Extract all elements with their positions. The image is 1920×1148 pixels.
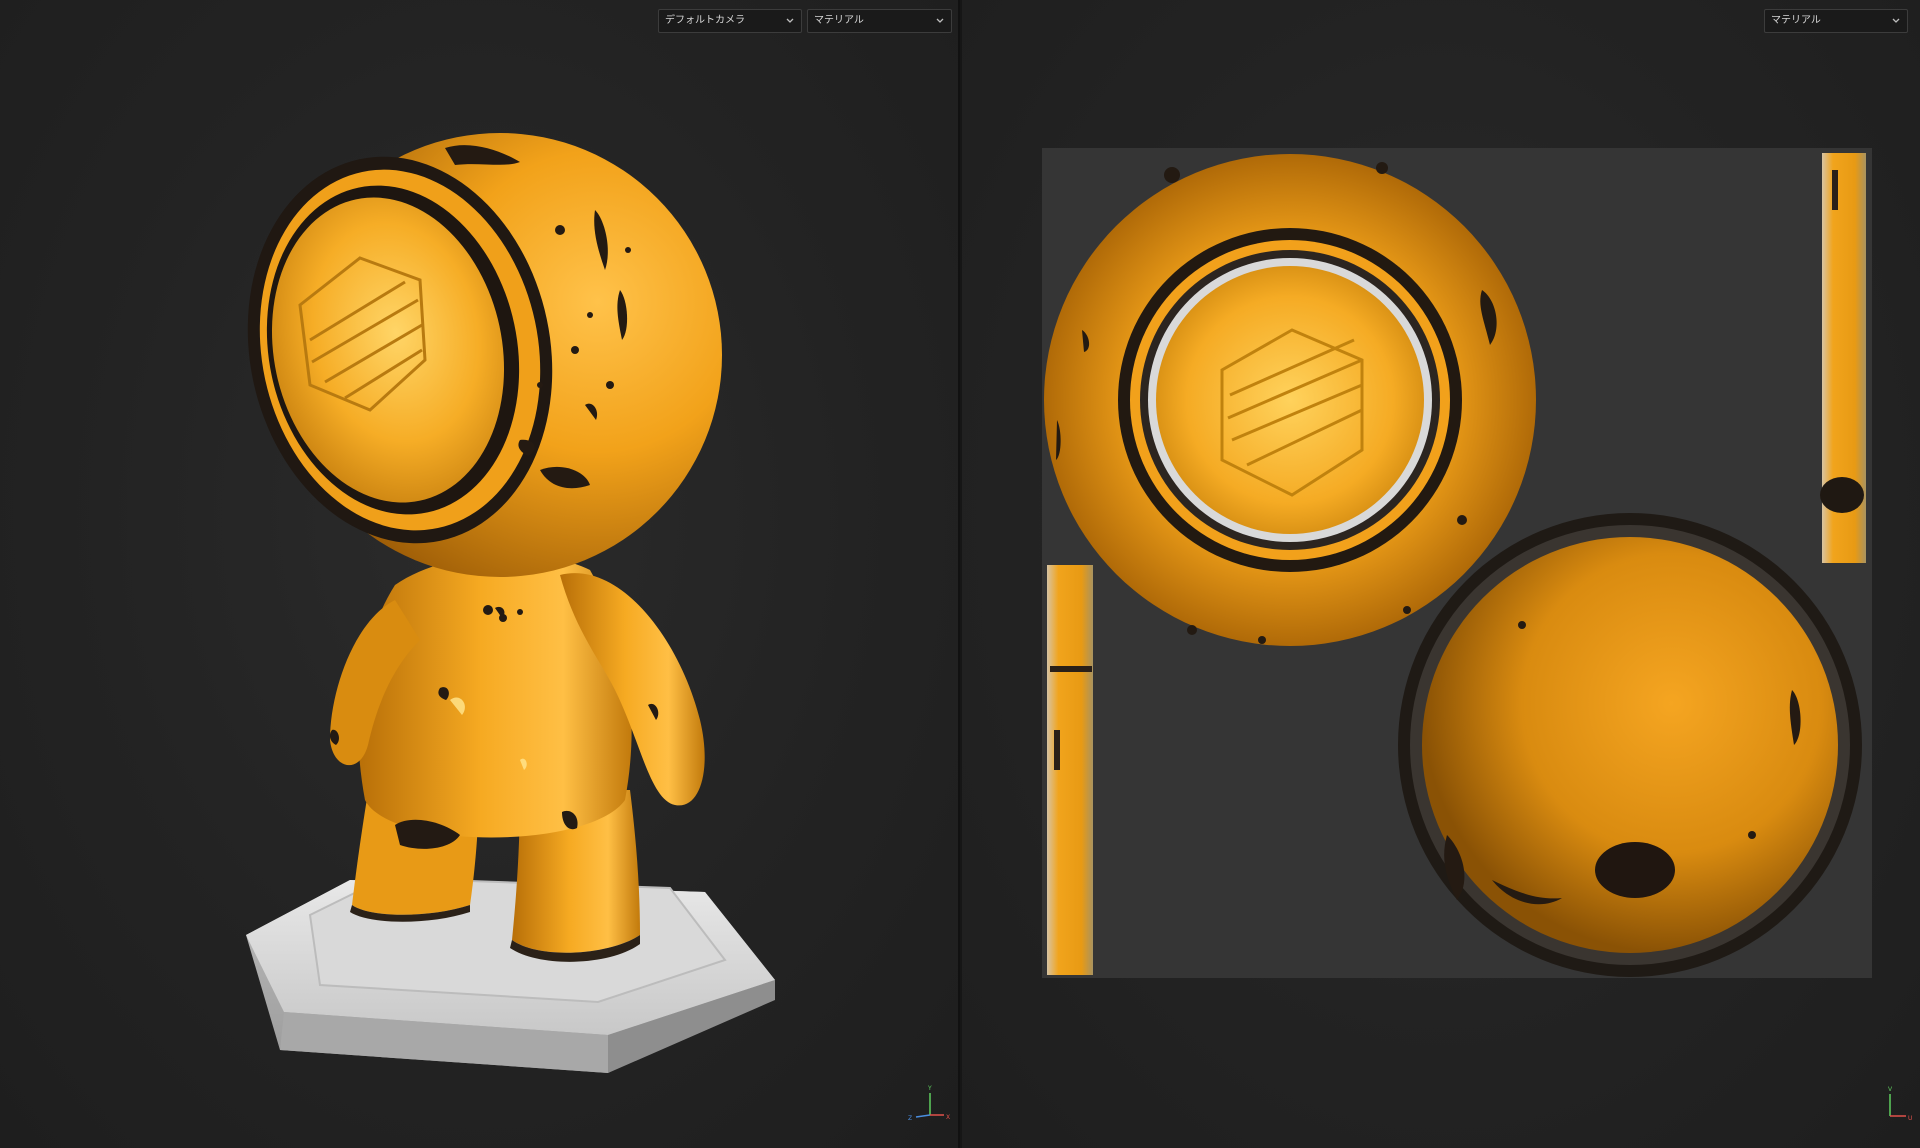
painter-app: デフォルトカメラ マテリアル Y Z X マテリアル V U <box>0 0 1920 1148</box>
viewport-2d[interactable]: マテリアル V U <box>962 0 1920 1148</box>
mesh-preview[interactable]: Y Z X <box>0 0 958 1148</box>
axis-label-z: Z <box>908 1115 912 1122</box>
uv-island-strip-left <box>1047 565 1093 975</box>
mesh-head <box>247 133 722 577</box>
uv-island-head-front <box>1044 154 1536 646</box>
axis-gizmo-2d: V U <box>1888 1086 1912 1122</box>
axis-gizmo-3d: Y Z X <box>908 1085 950 1122</box>
viewport-3d[interactable]: デフォルトカメラ マテリアル Y Z X <box>0 0 960 1148</box>
uv-texture-view[interactable]: V U <box>962 0 1920 1148</box>
axis-label-v: V <box>1888 1086 1893 1093</box>
axis-label-y: Y <box>927 1085 932 1092</box>
pedestal <box>246 876 775 1073</box>
axis-label-u: U <box>1908 1115 1912 1122</box>
uv-island-head-back <box>1398 513 1862 977</box>
axis-label-x: X <box>946 1114 950 1121</box>
uv-island-strip-right <box>1820 153 1866 563</box>
